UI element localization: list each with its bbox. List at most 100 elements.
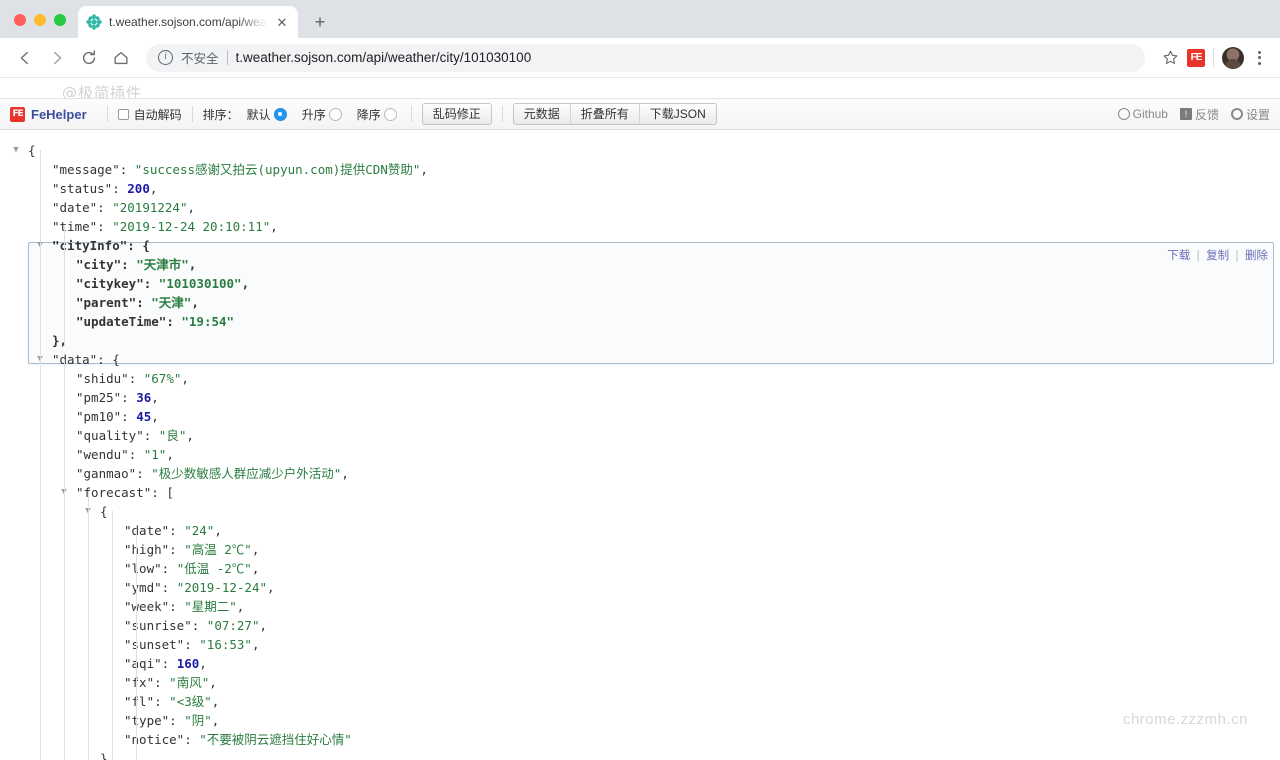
close-icon[interactable]: ✕: [274, 14, 290, 30]
json-colon: :: [97, 219, 113, 234]
browser-tab[interactable]: t.weather.sojson.com/api/weat ✕: [78, 6, 298, 38]
fehelper-links: Github ! 反馈 设置: [1117, 106, 1270, 123]
json-comma: ,: [251, 561, 260, 576]
json-line[interactable]: "ganmao": "极少数敏感人群应减少户外活动",: [0, 464, 1280, 483]
json-value: "高温 2℃": [184, 542, 252, 557]
json-line[interactable]: },: [0, 749, 1280, 760]
json-line[interactable]: ▼"forecast": [: [0, 483, 1280, 502]
json-line[interactable]: "fl": "<3级",: [0, 692, 1280, 711]
auto-decode-label: 自动解码: [133, 107, 182, 122]
json-line[interactable]: "fx": "南风",: [0, 673, 1280, 692]
json-line[interactable]: "low": "低温 -2℃",: [0, 559, 1280, 578]
json-key: "date": [52, 200, 98, 215]
json-comma: ,: [341, 466, 349, 481]
fix-encoding-button[interactable]: 乱码修正: [421, 103, 492, 125]
new-tab-button[interactable]: +: [306, 8, 334, 36]
json-colon: :: [97, 352, 113, 367]
json-punctuation: {: [28, 143, 36, 158]
browser-window: t.weather.sojson.com/api/weat ✕ + i 不安全 …: [0, 0, 1280, 760]
address-bar[interactable]: i 不安全 t.weather.sojson.com/api/weather/c…: [146, 43, 1145, 72]
json-line[interactable]: "quality": "良",: [0, 426, 1280, 445]
collapse-triangle-icon[interactable]: ▼: [11, 141, 21, 160]
json-line[interactable]: "sunset": "16:53",: [0, 635, 1280, 654]
avatar[interactable]: [1222, 46, 1244, 69]
json-colon: :: [161, 580, 177, 595]
json-line[interactable]: "date": "24",: [0, 521, 1280, 540]
download-json-button[interactable]: 下载JSON: [640, 104, 716, 124]
json-key: "high": [124, 542, 170, 557]
json-line[interactable]: "city": "天津市",: [0, 255, 1280, 274]
json-line[interactable]: "notice": "不要被阴云遮挡住好心情": [0, 730, 1280, 749]
github-link[interactable]: Github: [1117, 107, 1168, 121]
json-comma: ,: [188, 257, 197, 272]
json-viewer[interactable]: 下载 | 复制 | 删除 ▼{"message": "success感谢又拍云(…: [0, 131, 1280, 760]
bookmark-star-icon[interactable]: [1157, 45, 1183, 71]
collapse-all-button[interactable]: 折叠所有: [571, 104, 640, 124]
feedback-label: 反馈: [1194, 107, 1219, 122]
json-line[interactable]: "status": 200,: [0, 179, 1280, 198]
json-comma: ,: [151, 390, 159, 405]
checkbox-box[interactable]: [117, 108, 129, 120]
json-comma: ,: [151, 409, 159, 424]
json-line[interactable]: "high": "高温 2℃",: [0, 540, 1280, 559]
json-line[interactable]: },: [0, 331, 1280, 350]
forward-button[interactable]: [42, 43, 72, 73]
sort-option-desc[interactable]: 降序: [357, 106, 397, 123]
json-line[interactable]: "date": "20191224",: [0, 198, 1280, 217]
json-line[interactable]: "aqi": 160,: [0, 654, 1280, 673]
radio-desc[interactable]: [383, 107, 397, 121]
json-value: "不要被阴云遮挡住好心情": [199, 732, 352, 747]
address-bar-url[interactable]: t.weather.sojson.com/api/weather/city/10…: [236, 50, 532, 65]
auto-decode-checkbox[interactable]: 自动解码: [117, 106, 182, 123]
node-download-link[interactable]: 下载: [1167, 246, 1190, 265]
json-value: "2019-12-24": [176, 580, 268, 595]
json-line[interactable]: "message": "success感谢又拍云(upyun.com)提供CDN…: [0, 160, 1280, 179]
json-line[interactable]: "updateTime": "19:54": [0, 312, 1280, 331]
json-line[interactable]: "type": "阴",: [0, 711, 1280, 730]
browser-menu-button[interactable]: [1248, 46, 1270, 70]
github-icon: [1117, 108, 1130, 120]
json-line[interactable]: "pm10": 45,: [0, 407, 1280, 426]
fehelper-brand[interactable]: FE FeHelper: [10, 106, 97, 122]
feedback-link[interactable]: ! 反馈: [1179, 106, 1219, 123]
json-line[interactable]: "wendu": "1",: [0, 445, 1280, 464]
json-line[interactable]: ▼{: [0, 502, 1280, 521]
node-copy-link[interactable]: 复制: [1206, 246, 1229, 265]
minimize-window-button[interactable]: [34, 14, 46, 26]
sort-option-desc-label: 降序: [356, 107, 381, 122]
radio-asc[interactable]: [328, 107, 342, 121]
json-line[interactable]: "parent": "天津",: [0, 293, 1280, 312]
json-colon: :: [143, 428, 159, 443]
json-line[interactable]: ▼"data": {: [0, 350, 1280, 369]
toolbar-actions: FE: [1155, 45, 1270, 71]
reload-button[interactable]: [74, 43, 104, 73]
info-icon[interactable]: i: [158, 50, 173, 65]
metadata-button[interactable]: 元数据: [514, 104, 571, 124]
close-window-button[interactable]: [14, 14, 26, 26]
fehelper-brand-label: FeHelper: [31, 106, 87, 122]
json-line[interactable]: "citykey": "101030100",: [0, 274, 1280, 293]
json-colon: :: [169, 523, 185, 538]
settings-link[interactable]: 设置: [1230, 106, 1270, 123]
json-line[interactable]: ▼"cityInfo": {: [0, 236, 1280, 255]
json-line[interactable]: "shidu": "67%",: [0, 369, 1280, 388]
json-line[interactable]: "week": "星期二",: [0, 597, 1280, 616]
json-line[interactable]: ▼{: [0, 141, 1280, 160]
back-button[interactable]: [10, 43, 40, 73]
indent-guide: [40, 150, 41, 760]
node-delete-link[interactable]: 删除: [1245, 246, 1268, 265]
json-value: "星期二": [184, 599, 237, 614]
json-line[interactable]: "ymd": "2019-12-24",: [0, 578, 1280, 597]
json-value: "19:54": [181, 314, 235, 329]
json-line[interactable]: "time": "2019-12-24 20:10:11",: [0, 217, 1280, 236]
sort-option-asc[interactable]: 升序: [302, 106, 342, 123]
fehelper-extension-icon[interactable]: FE: [1187, 48, 1205, 67]
sort-option-default[interactable]: 默认: [247, 106, 287, 123]
maximize-window-button[interactable]: [54, 14, 66, 26]
json-colon: :: [184, 732, 200, 747]
radio-default[interactable]: [273, 107, 287, 121]
home-button[interactable]: [106, 43, 136, 73]
json-value: "2019-12-24 20:10:11": [112, 219, 271, 234]
json-line[interactable]: "sunrise": "07:27",: [0, 616, 1280, 635]
json-line[interactable]: "pm25": 36,: [0, 388, 1280, 407]
